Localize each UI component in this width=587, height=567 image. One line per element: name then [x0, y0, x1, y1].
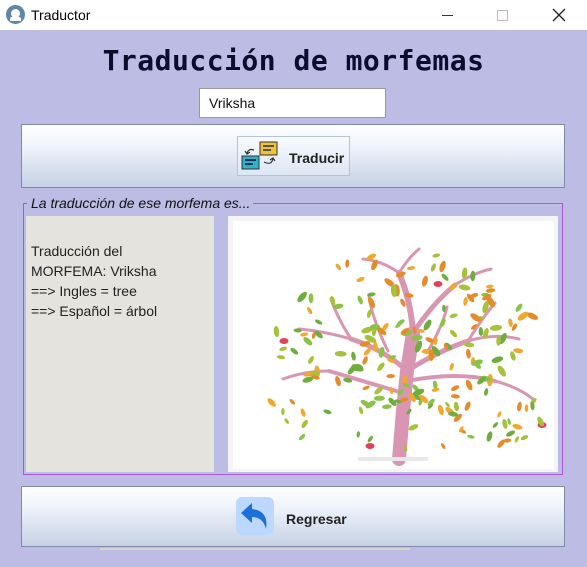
back-button[interactable]: Regresar: [21, 486, 565, 547]
morpheme-input[interactable]: [199, 88, 386, 118]
page-title: Traducción de morfemas: [102, 44, 485, 77]
translate-button-label: Traducir: [289, 150, 345, 166]
close-icon: [552, 8, 566, 22]
window-titlebar: Traductor: [0, 0, 587, 30]
translate-icon: [241, 141, 278, 170]
image-panel: [228, 216, 558, 472]
translate-button[interactable]: Traducir: [21, 124, 565, 188]
maximize-button[interactable]: [479, 0, 525, 30]
result-line: ==> Español = árbol: [31, 303, 158, 319]
minimize-button[interactable]: [424, 0, 470, 30]
user-icon: [6, 5, 25, 24]
close-button[interactable]: [536, 0, 582, 30]
maximize-icon: [496, 9, 508, 21]
background-strip: [100, 548, 410, 550]
window-title: Traductor: [31, 7, 91, 23]
result-line: Traducción del: [31, 243, 123, 259]
minimize-icon: [441, 14, 453, 16]
result-group-legend: La traducción de ese morfema es...: [27, 195, 254, 211]
tree-illustration: [233, 221, 554, 469]
back-arrow-icon: [236, 497, 274, 535]
result-text-panel: Traducción del MORFEMA: Vriksha ==> Ingl…: [26, 216, 214, 472]
result-line: ==> Ingles = tree: [31, 283, 137, 299]
result-line: MORFEMA: Vriksha: [31, 263, 157, 279]
back-button-label: Regresar: [286, 511, 347, 527]
